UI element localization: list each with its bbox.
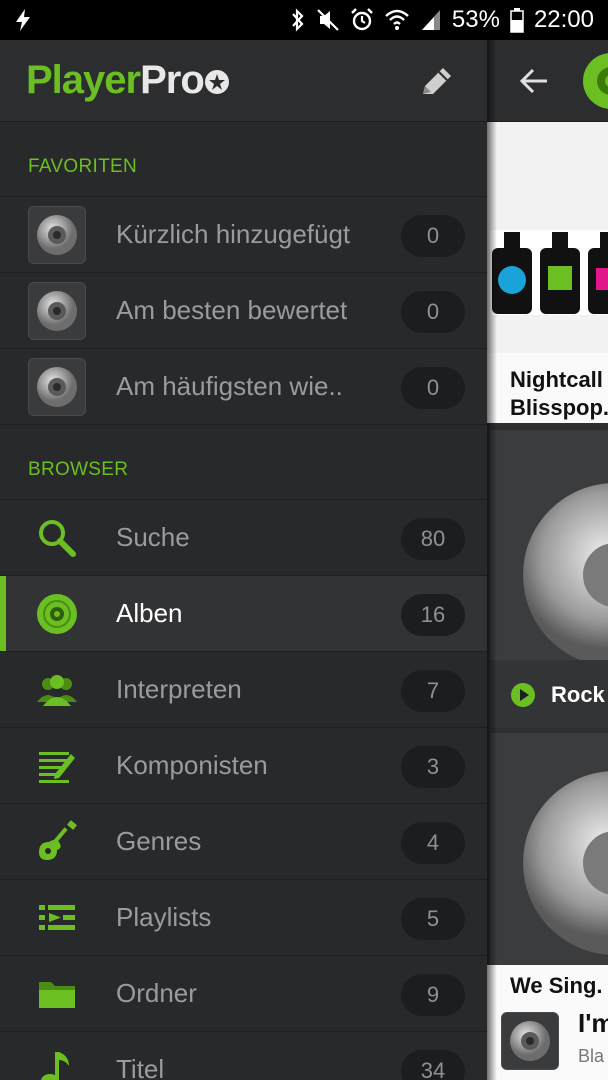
- album-caption: We Sing.: [487, 965, 608, 1005]
- browser-section-header: BROWSER: [0, 425, 487, 500]
- nav-item-artists[interactable]: Interpreten 7: [0, 652, 487, 728]
- disc-icon: [37, 215, 77, 255]
- content-panel-peek: Nightcall Blisspop. Rock We Sing. I'm Bl…: [487, 40, 608, 1080]
- genre-bar: Rock: [490, 660, 608, 728]
- favorite-item-most-played[interactable]: Am häufigsten wie.. 0: [0, 349, 487, 425]
- nav-label: Interpreten: [116, 674, 242, 704]
- album-subtitle: Blisspop.: [510, 395, 608, 420]
- clock: 22:00: [533, 6, 594, 33]
- album-title: We Sing.: [510, 973, 603, 998]
- logo-part-player: Player: [26, 58, 141, 102]
- nav-label: Suche: [116, 522, 190, 552]
- favorites-title: FAVORITEN: [28, 156, 137, 177]
- disc-icon: [37, 291, 77, 331]
- album-title: Nightcall: [510, 367, 603, 392]
- count-badge: 34: [401, 1050, 465, 1080]
- nav-item-albums[interactable]: Alben 16: [0, 576, 487, 652]
- count-badge: 5: [401, 898, 465, 940]
- nav-item-composers[interactable]: Komponisten 3: [0, 728, 487, 804]
- disc-icon: [510, 1021, 550, 1061]
- bluetooth-icon: [292, 8, 304, 32]
- flash-icon: [16, 9, 30, 31]
- count-badge: 0: [401, 367, 465, 409]
- nav-label: Playlists: [116, 902, 212, 932]
- album-icon: [37, 594, 77, 634]
- count-badge: 4: [401, 822, 465, 864]
- album-card-we-sing[interactable]: [490, 733, 608, 973]
- battery-percent: 53%: [451, 6, 500, 33]
- favorite-label: Am besten bewertet: [116, 295, 348, 325]
- count-badge: 80: [401, 518, 465, 560]
- folder-icon: [39, 982, 75, 1008]
- disc-thumbnail: [28, 282, 86, 340]
- favorite-label: Am häufigsten wie..: [116, 371, 343, 401]
- music-note-icon: [41, 1052, 69, 1080]
- nav-item-tracks[interactable]: Titel 34: [0, 1032, 487, 1080]
- nav-label: Titel: [116, 1054, 165, 1080]
- app-disc-icon: [583, 53, 608, 109]
- edit-button[interactable]: [417, 62, 457, 102]
- content-toolbar: [487, 40, 608, 122]
- bottles-artwork: [492, 232, 608, 314]
- now-playing-artist: Bla: [578, 1046, 605, 1066]
- signal-icon: [421, 10, 440, 30]
- nav-label: Komponisten: [116, 750, 268, 780]
- count-badge: 0: [401, 291, 465, 333]
- disc-artwork: [523, 771, 608, 955]
- count-badge: 9: [401, 974, 465, 1016]
- count-badge: 16: [401, 594, 465, 636]
- playlist-icon: [39, 905, 75, 930]
- search-icon: [39, 520, 76, 557]
- disc-thumbnail: [28, 206, 86, 264]
- count-badge: 0: [401, 215, 465, 257]
- nav-label: Ordner: [116, 978, 197, 1008]
- favorite-item-recently-added[interactable]: Kürzlich hinzugefügt 0: [0, 197, 487, 273]
- count-badge: 7: [401, 670, 465, 712]
- disc-artwork: [523, 483, 608, 660]
- artists-icon: [37, 675, 77, 706]
- genre-label: Rock: [551, 682, 605, 707]
- now-playing-bar[interactable]: I'm Bla: [487, 1000, 608, 1080]
- browser-title: BROWSER: [28, 459, 129, 480]
- nav-label: Alben: [116, 598, 183, 628]
- battery-icon: [510, 8, 524, 33]
- favorite-label: Kürzlich hinzugefügt: [116, 219, 351, 249]
- pencil-icon: [423, 68, 451, 94]
- nav-item-genres[interactable]: Genres 4: [0, 804, 487, 880]
- disc-icon: [37, 367, 77, 407]
- album-art-bottles: [490, 230, 608, 315]
- guitar-icon: [39, 820, 77, 860]
- album-caption: Nightcall Blisspop.: [487, 353, 608, 423]
- back-arrow-icon[interactable]: [517, 64, 551, 98]
- app-logo: PlayerPro: [26, 58, 230, 103]
- logo-part-pro: Pro: [140, 58, 205, 102]
- now-playing-title: I'm: [578, 1008, 608, 1038]
- disc-thumbnail: [28, 358, 86, 416]
- play-circle-icon[interactable]: [510, 682, 536, 708]
- mute-icon: [317, 9, 339, 31]
- now-playing-thumbnail: [501, 1012, 559, 1070]
- drawer-shadow: [487, 40, 497, 1080]
- navigation-drawer: PlayerPro FAVORITEN Kürzlich hinzugefügt…: [0, 40, 487, 1080]
- nav-item-playlists[interactable]: Playlists 5: [0, 880, 487, 956]
- nav-item-folders[interactable]: Ordner 9: [0, 956, 487, 1032]
- status-bar: 53% 22:00: [0, 0, 608, 40]
- album-card-rock[interactable]: [490, 430, 608, 660]
- nav-label: Genres: [116, 826, 202, 856]
- drawer-header: PlayerPro: [0, 40, 487, 122]
- star-icon: [204, 70, 229, 94]
- favorites-section-header: FAVORITEN: [0, 122, 487, 197]
- count-badge: 3: [401, 746, 465, 788]
- composer-icon: [39, 752, 75, 783]
- favorite-item-top-rated[interactable]: Am besten bewertet 0: [0, 273, 487, 349]
- wifi-icon: [385, 9, 409, 30]
- alarm-icon: [351, 8, 373, 31]
- nav-item-search[interactable]: Suche 80: [0, 500, 487, 576]
